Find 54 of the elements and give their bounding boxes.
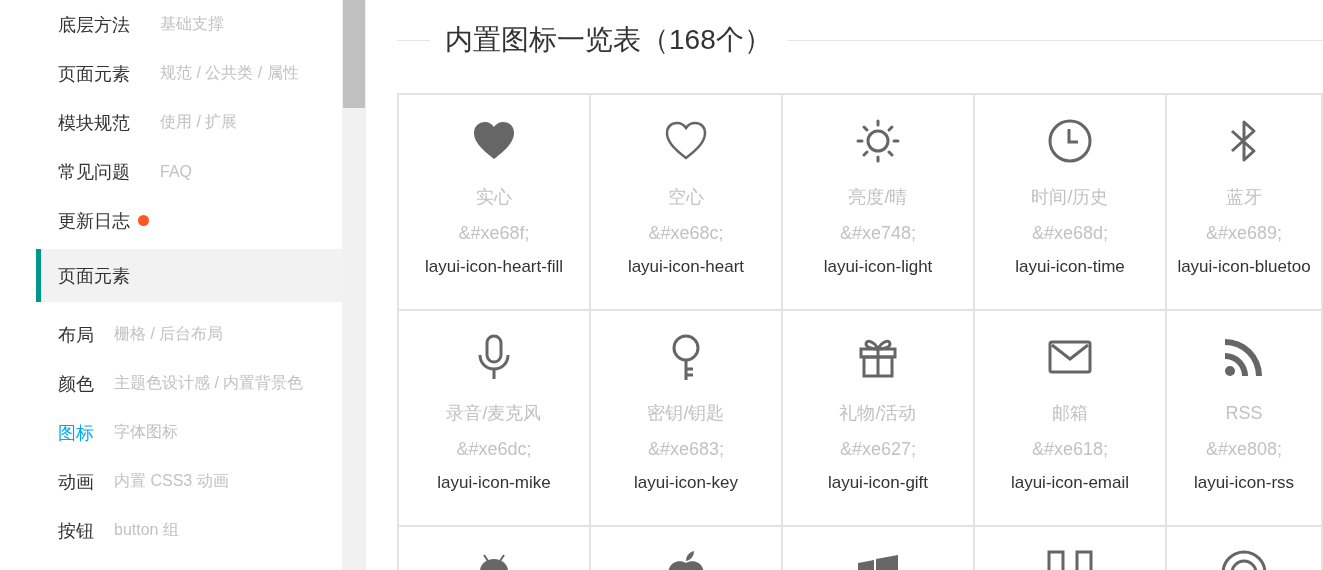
icon-class: layui-icon-heart	[627, 256, 745, 278]
icon-name: 蓝牙	[1226, 186, 1262, 209]
nav-description: 主题色设计感 / 内置背景色	[114, 373, 304, 393]
icon-name: 时间/历史	[1031, 186, 1109, 209]
nav-description: 内置 CSS3 动画	[114, 471, 229, 491]
nav-link[interactable]: 布局	[58, 322, 94, 347]
nav-description: 栅格 / 后台布局	[114, 324, 224, 344]
nav-link[interactable]: 颜色	[58, 371, 94, 396]
icon-class: layui-icon-bluetoo	[1177, 256, 1311, 278]
icon-class: layui-icon-rss	[1193, 472, 1295, 494]
nav-description: 使用 / 扩展	[160, 112, 238, 132]
nav-link[interactable]: 页面元素	[58, 61, 128, 86]
icon-code: &#xe618;	[1031, 438, 1109, 461]
nav-description: button 组	[114, 520, 179, 540]
icon-code: &#xe683;	[647, 438, 725, 461]
nav-link[interactable]: 按钮	[58, 518, 94, 543]
scrollbar[interactable]	[342, 0, 366, 570]
icon-code: &#xe68d;	[1031, 222, 1109, 245]
icon-name: 亮度/晴	[848, 186, 908, 209]
icon-name: 礼物/活动	[839, 402, 917, 425]
icon-name: 邮箱	[1052, 402, 1088, 425]
icon-code: &#xe748;	[839, 222, 917, 245]
scrollbar-thumb[interactable]	[343, 0, 365, 108]
icon-code: &#xe808;	[1205, 438, 1283, 461]
icon-class: layui-icon-gift	[827, 472, 929, 494]
icon-code: &#xe6dc;	[456, 438, 532, 461]
icon-code: &#xe689;	[1205, 222, 1283, 245]
section-title: 内置图标一览表（168个）	[444, 23, 773, 57]
icon-class: layui-icon-mike	[437, 472, 551, 494]
nav-link[interactable]: 常见问题	[58, 159, 128, 184]
nav-description: FAQ	[160, 162, 192, 181]
icon-class: layui-icon-email	[1010, 472, 1130, 494]
icon-name: 实心	[476, 186, 512, 209]
nav-description: 字体图标	[114, 422, 178, 442]
nav-link[interactable]: 动画	[58, 469, 94, 494]
icon-class: layui-icon-time	[1015, 256, 1125, 278]
icon-name: 空心	[668, 186, 704, 209]
icon-class: layui-icon-heart-fill	[425, 256, 563, 278]
icon-name: 密钥/钥匙	[647, 402, 725, 425]
icon-code: &#xe627;	[839, 438, 917, 461]
nav-description: 规范 / 公共类 / 属性	[160, 63, 299, 83]
icon-class: layui-icon-key	[634, 472, 738, 494]
nav-description: 基础支撑	[160, 14, 224, 34]
clock-icon	[1046, 117, 1094, 165]
sun-icon	[854, 117, 902, 165]
section-header: 页面元素	[36, 249, 342, 302]
icon-code: &#xe68f;	[458, 222, 530, 245]
nav-link[interactable]: 底层方法	[58, 12, 128, 37]
icon-name: 录音/麦克风	[446, 402, 542, 425]
icon-class: layui-icon-light	[823, 256, 933, 278]
icon-code: &#xe68c;	[648, 222, 724, 245]
nav-link[interactable]: 模块规范	[58, 110, 128, 135]
nav-link[interactable]: 更新日志	[58, 208, 128, 233]
icon-name: RSS	[1225, 402, 1263, 425]
